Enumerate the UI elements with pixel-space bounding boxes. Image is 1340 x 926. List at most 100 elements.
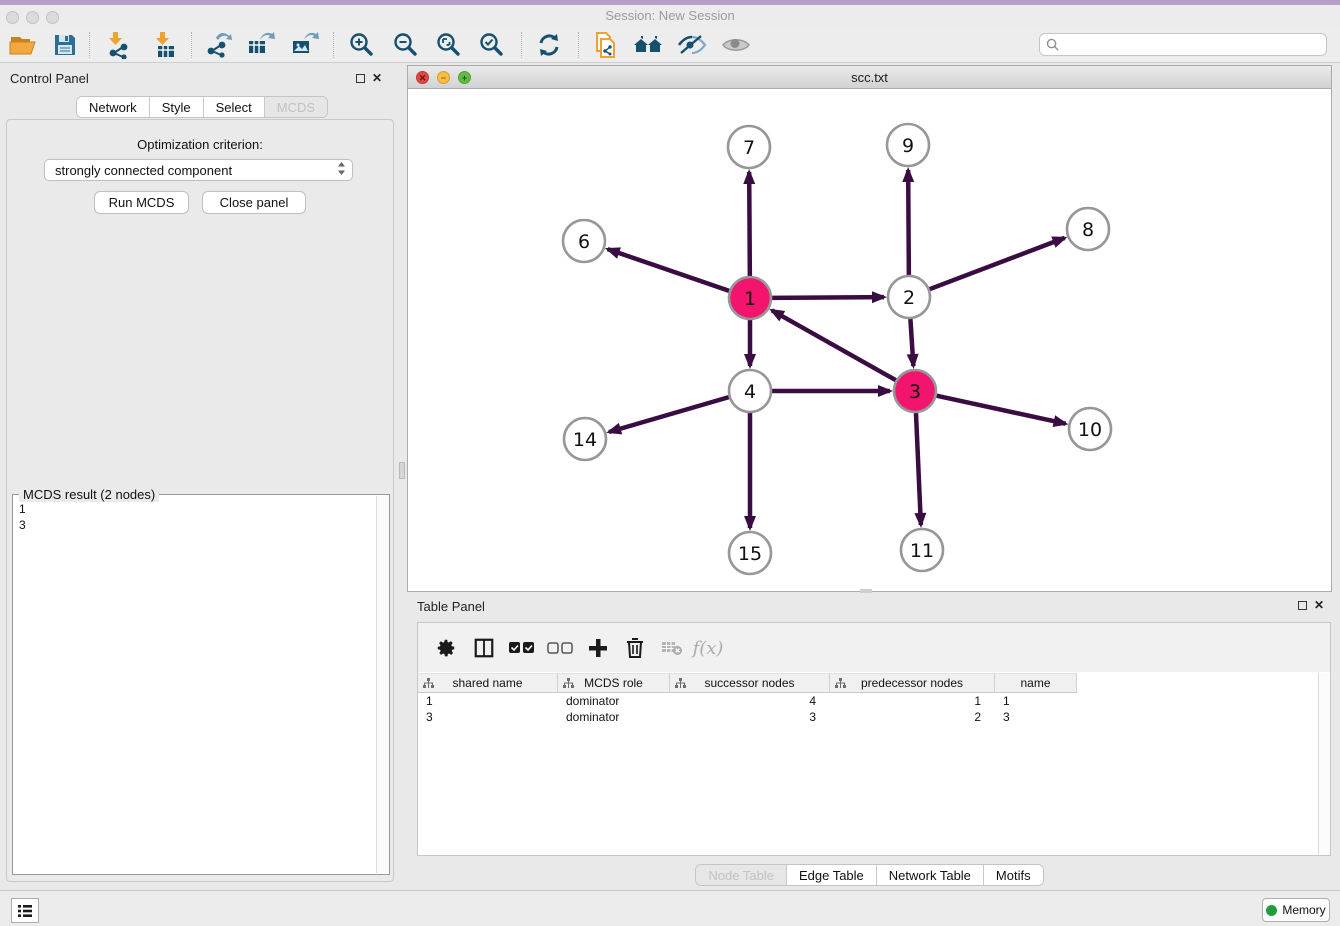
graph-node-label-1: 1 xyxy=(744,288,756,310)
table-cell[interactable]: 3 xyxy=(670,709,830,725)
mcds-result-title: MCDS result (2 nodes) xyxy=(19,487,159,502)
search-field[interactable] xyxy=(1039,33,1327,56)
table-cell[interactable]: 1 xyxy=(830,693,995,709)
refresh-view-icon[interactable] xyxy=(533,30,565,60)
save-session-icon[interactable] xyxy=(49,30,81,60)
deselect-all-checks-icon[interactable] xyxy=(544,632,576,664)
export-table-icon[interactable] xyxy=(245,30,277,60)
network-resize-grip[interactable] xyxy=(860,589,872,593)
table-cell[interactable]: 4 xyxy=(670,693,830,709)
open-file-icon[interactable] xyxy=(7,30,39,60)
toolbar-separator xyxy=(521,32,522,58)
search-input[interactable] xyxy=(1063,38,1326,52)
show-graphics-details-icon[interactable] xyxy=(720,30,752,60)
column-type-icon xyxy=(835,678,846,692)
table-cell[interactable]: 1 xyxy=(418,693,558,709)
tab-network-table[interactable]: Network Table xyxy=(877,865,984,885)
graph-edge-2-8[interactable] xyxy=(930,238,1065,289)
select-all-checks-icon[interactable] xyxy=(506,632,538,664)
graph-node-label-9: 9 xyxy=(902,135,914,157)
zoom-selected-icon[interactable] xyxy=(476,30,508,60)
graph-node-label-15: 15 xyxy=(738,543,762,565)
tab-network[interactable]: Network xyxy=(77,97,150,117)
toolbar-separator xyxy=(578,32,579,58)
table-header-row: shared nameMCDS rolesuccessor nodesprede… xyxy=(418,673,1077,693)
table-cell[interactable]: 1 xyxy=(995,693,1077,709)
table-tabs: Node TableEdge TableNetwork TableMotifs xyxy=(695,864,1043,886)
zoom-out-icon[interactable] xyxy=(390,30,422,60)
network-canvas[interactable]: 7968124314101511 xyxy=(408,89,1331,591)
result-scrollbar[interactable] xyxy=(376,496,389,873)
memory-status-icon xyxy=(1266,905,1277,916)
import-network-icon[interactable] xyxy=(102,30,134,60)
network-window-title: scc.txt xyxy=(408,70,1331,85)
graph-edge-1-6[interactable] xyxy=(608,249,730,291)
graph-edge-1-2[interactable] xyxy=(772,297,884,298)
houses-icon[interactable] xyxy=(633,30,665,60)
column-header-mcds-role[interactable]: MCDS role xyxy=(558,673,670,693)
add-column-icon[interactable] xyxy=(582,632,614,664)
toolbar-separator xyxy=(191,32,192,58)
duplicate-network-icon[interactable] xyxy=(589,30,621,60)
graph-edge-2-9[interactable] xyxy=(908,170,909,275)
column-header-predecessor-nodes[interactable]: predecessor nodes xyxy=(830,673,995,693)
table-body: 1dominator4113dominator323 xyxy=(418,693,1330,725)
tab-select[interactable]: Select xyxy=(204,97,265,117)
task-history-button[interactable] xyxy=(11,898,39,923)
zoom-in-icon[interactable] xyxy=(346,30,378,60)
column-header-shared-name[interactable]: shared name xyxy=(418,673,558,693)
criterion-select[interactable]: strongly connected component xyxy=(44,159,353,181)
hide-graphics-details-icon[interactable] xyxy=(676,30,708,60)
column-header-name[interactable]: name xyxy=(995,673,1077,693)
memory-button[interactable]: Memory xyxy=(1262,898,1330,922)
graph-edge-3-10[interactable] xyxy=(936,396,1065,424)
export-image-icon[interactable] xyxy=(289,30,321,60)
import-table-icon[interactable] xyxy=(149,30,181,60)
table-panel-close-icon[interactable]: ✕ xyxy=(1314,601,1324,610)
status-bar: Memory xyxy=(0,890,1340,926)
table-cell[interactable]: 2 xyxy=(830,709,995,725)
zoom-fit-icon[interactable] xyxy=(433,30,465,60)
graph-node-label-3: 3 xyxy=(909,381,921,403)
network-window-titlebar[interactable]: ✕ − + scc.txt xyxy=(408,66,1331,89)
table-row[interactable]: 3dominator323 xyxy=(418,709,1330,725)
memory-label: Memory xyxy=(1282,903,1325,917)
table-cell[interactable]: 3 xyxy=(995,709,1077,725)
table-row[interactable]: 1dominator411 xyxy=(418,693,1330,709)
delete-table-icon[interactable] xyxy=(656,632,688,664)
panel-divider-grip[interactable] xyxy=(399,462,405,479)
table-cell[interactable]: dominator xyxy=(558,709,670,725)
table-scrollbar[interactable] xyxy=(1318,673,1330,855)
export-network-icon[interactable] xyxy=(202,30,234,60)
graph-node-label-2: 2 xyxy=(903,287,915,309)
run-mcds-button[interactable]: Run MCDS xyxy=(94,191,189,214)
tab-style[interactable]: Style xyxy=(150,97,204,117)
search-icon xyxy=(1046,38,1059,51)
graph-edge-4-14[interactable] xyxy=(609,397,729,432)
tab-mcds[interactable]: MCDS xyxy=(265,97,327,117)
graph-edge-1-7[interactable] xyxy=(749,172,750,276)
table-cell[interactable]: 3 xyxy=(418,709,558,725)
graph-edge-3-1[interactable] xyxy=(772,310,896,380)
graph-edge-2-3[interactable] xyxy=(910,319,913,366)
function-builder-icon[interactable]: f(x) xyxy=(692,632,724,664)
close-panel-button[interactable]: Close panel xyxy=(202,191,306,214)
tab-motifs[interactable]: Motifs xyxy=(984,865,1043,885)
main-toolbar xyxy=(0,27,1340,63)
table-toolbar: f(x) xyxy=(418,623,1330,672)
graph-edge-3-11[interactable] xyxy=(916,413,921,525)
mcds-result-values: 13 xyxy=(19,501,26,533)
column-header-successor-nodes[interactable]: successor nodes xyxy=(670,673,830,693)
graph-node-label-11: 11 xyxy=(910,540,934,562)
graph-node-label-7: 7 xyxy=(743,137,755,159)
control-panel-close-icon[interactable]: ✕ xyxy=(372,74,382,83)
tab-edge-table[interactable]: Edge Table xyxy=(787,865,877,885)
tab-node-table[interactable]: Node Table xyxy=(696,865,787,885)
delete-column-trash-icon[interactable] xyxy=(619,632,651,664)
control-panel-float-icon[interactable] xyxy=(356,74,365,83)
table-panel-float-icon[interactable] xyxy=(1298,601,1307,610)
result-line: 1 xyxy=(19,501,26,517)
show-columns-icon[interactable] xyxy=(468,632,500,664)
table-cell[interactable]: dominator xyxy=(558,693,670,709)
table-options-gear-icon[interactable] xyxy=(430,632,462,664)
